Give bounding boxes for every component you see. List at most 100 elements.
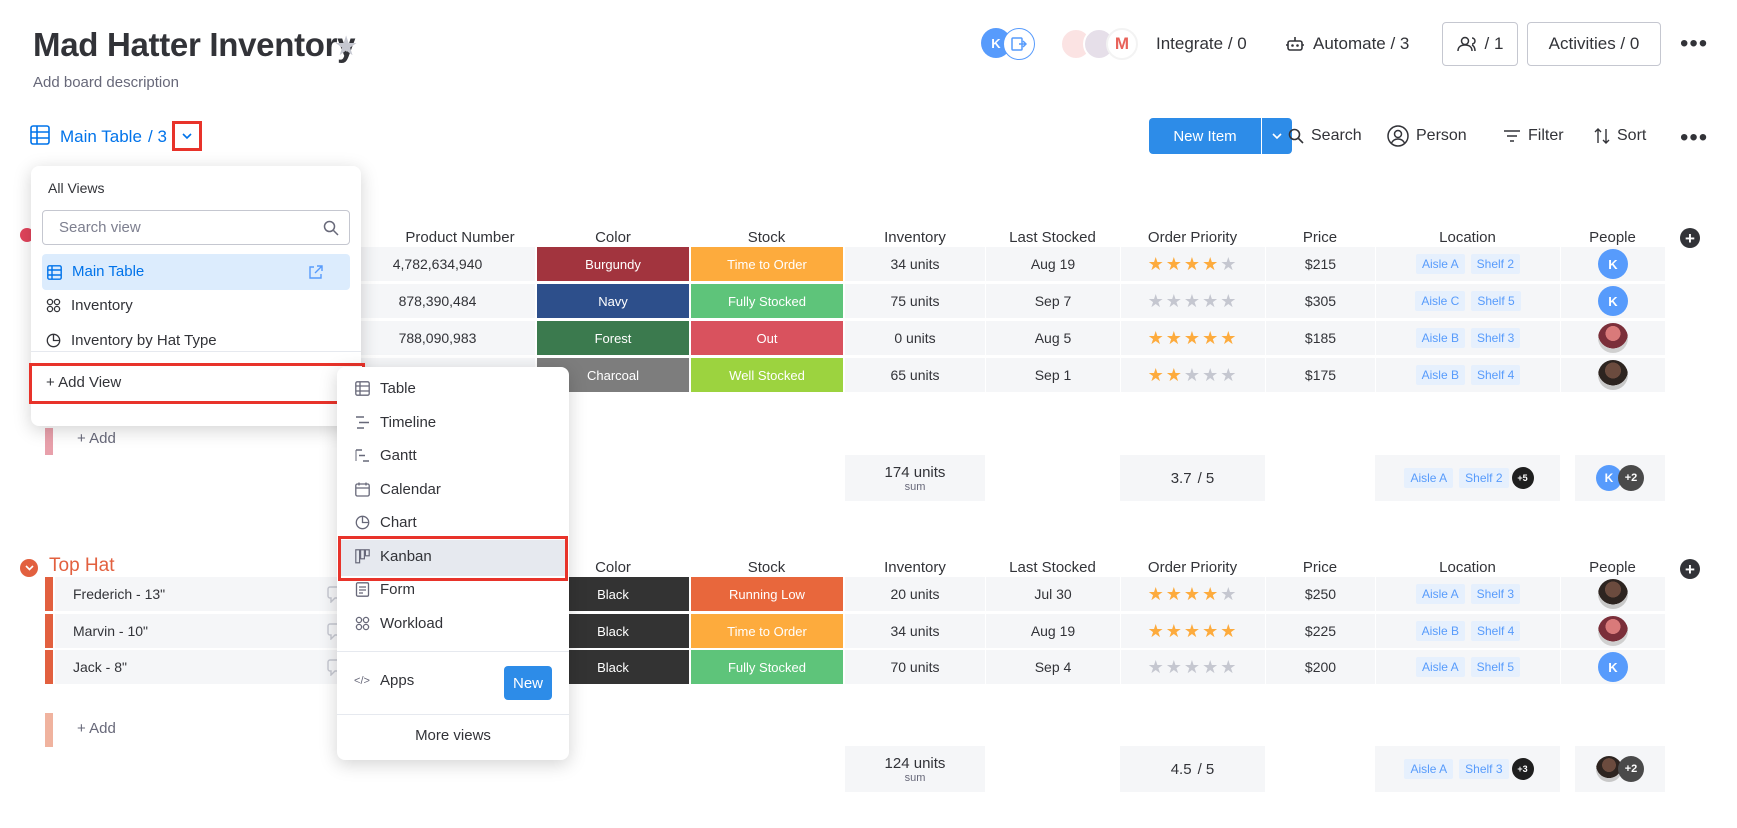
- sort-button[interactable]: Sort: [1594, 127, 1646, 145]
- people-cell[interactable]: [1561, 614, 1665, 648]
- rating-star-icon[interactable]: ★: [1148, 291, 1166, 312]
- inventory-cell[interactable]: 34 units: [845, 614, 985, 648]
- price-cell[interactable]: $175: [1266, 358, 1375, 392]
- inventory-cell[interactable]: 0 units: [845, 321, 985, 355]
- location-cell[interactable]: Aisle B Shelf 4: [1376, 358, 1560, 392]
- stock-status-cell[interactable]: Well Stocked: [691, 358, 843, 392]
- column-header-inventory[interactable]: Inventory: [845, 229, 985, 246]
- add-view-item-timeline[interactable]: Timeline: [354, 414, 436, 431]
- add-column-icon[interactable]: +: [1680, 228, 1700, 248]
- avatar[interactable]: [1598, 323, 1628, 353]
- add-item-button[interactable]: + Add: [77, 430, 116, 447]
- rating-star-icon[interactable]: ★: [1184, 365, 1202, 386]
- activities-button[interactable]: Activities / 0: [1527, 22, 1661, 66]
- column-header-last-stocked[interactable]: Last Stocked: [985, 229, 1120, 246]
- column-header-stock[interactable]: Stock: [690, 229, 843, 246]
- stock-status-cell[interactable]: Running Low: [691, 577, 843, 611]
- order-priority-cell[interactable]: ★ ★ ★ ★ ★: [1121, 614, 1265, 648]
- avatar[interactable]: K: [1598, 652, 1628, 682]
- column-header-price[interactable]: Price: [1265, 229, 1375, 246]
- last-stocked-cell[interactable]: Aug 19: [986, 247, 1120, 281]
- avatar[interactable]: [1598, 360, 1628, 390]
- rating-star-icon[interactable]: ★: [1184, 254, 1202, 275]
- location-cell[interactable]: Aisle C Shelf 5: [1376, 284, 1560, 318]
- column-header-color[interactable]: Color: [537, 229, 689, 246]
- rating-star-icon[interactable]: ★: [1166, 621, 1184, 642]
- rating-star-icon[interactable]: ★: [1202, 328, 1220, 349]
- rating-star-icon[interactable]: ★: [1184, 328, 1202, 349]
- people-cell[interactable]: K: [1561, 650, 1665, 684]
- rating-star-icon[interactable]: ★: [1148, 365, 1166, 386]
- more-views-button[interactable]: More views: [337, 727, 569, 744]
- rating-star-icon[interactable]: ★: [1220, 621, 1238, 642]
- people-cell[interactable]: [1561, 577, 1665, 611]
- product-number-cell[interactable]: 4,782,634,940: [340, 247, 535, 281]
- last-stocked-cell[interactable]: Aug 19: [986, 614, 1120, 648]
- order-priority-cell[interactable]: ★ ★ ★ ★ ★: [1121, 284, 1265, 318]
- add-view-item-gantt[interactable]: Gantt: [354, 447, 417, 464]
- stock-status-cell[interactable]: Fully Stocked: [691, 650, 843, 684]
- add-view-item-calendar[interactable]: Calendar: [354, 481, 441, 498]
- rating-star-icon[interactable]: ★: [1148, 657, 1166, 678]
- more-people-badge[interactable]: +2: [1618, 756, 1644, 782]
- board-title[interactable]: Mad Hatter Inventory: [33, 26, 356, 64]
- rating-star-icon[interactable]: ★: [1166, 657, 1184, 678]
- price-cell[interactable]: $225: [1266, 614, 1375, 648]
- avatar[interactable]: [1598, 579, 1628, 609]
- order-priority-cell[interactable]: ★ ★ ★ ★ ★: [1121, 247, 1265, 281]
- rating-star-icon[interactable]: ★: [1202, 584, 1220, 605]
- rating-star-icon[interactable]: ★: [1166, 365, 1184, 386]
- order-priority-cell[interactable]: ★ ★ ★ ★ ★: [1121, 358, 1265, 392]
- order-priority-cell[interactable]: ★ ★ ★ ★ ★: [1121, 650, 1265, 684]
- add-view-item-workload[interactable]: Workload: [354, 615, 443, 632]
- column-header-product-number[interactable]: Product Number: [385, 229, 535, 246]
- view-item-inventory[interactable]: Inventory: [45, 297, 133, 314]
- rating-star-icon[interactable]: ★: [1220, 584, 1238, 605]
- column-header-stock[interactable]: Stock: [690, 559, 843, 576]
- rating-star-icon[interactable]: ★: [1148, 621, 1166, 642]
- rating-star-icon[interactable]: ★: [1202, 365, 1220, 386]
- rating-star-icon[interactable]: ★: [1202, 254, 1220, 275]
- avatar[interactable]: K: [1598, 249, 1628, 279]
- stock-status-cell[interactable]: Out: [691, 321, 843, 355]
- more-count-badge[interactable]: +5: [1511, 467, 1534, 489]
- rating-star-icon[interactable]: ★: [1184, 291, 1202, 312]
- item-name[interactable]: Marvin - 10": [73, 623, 148, 639]
- view-item-inventory-by-hat-type[interactable]: Inventory by Hat Type: [45, 332, 217, 349]
- price-cell[interactable]: $185: [1266, 321, 1375, 355]
- location-cell[interactable]: Aisle A Shelf 5: [1376, 650, 1560, 684]
- rating-star-icon[interactable]: ★: [1166, 291, 1184, 312]
- add-column-icon[interactable]: +: [1680, 559, 1700, 579]
- avatar[interactable]: K: [1598, 286, 1628, 316]
- rating-star-icon[interactable]: ★: [1184, 584, 1202, 605]
- rating-star-icon[interactable]: ★: [1202, 657, 1220, 678]
- invite-guest-icon[interactable]: [1003, 28, 1035, 60]
- rating-star-icon[interactable]: ★: [1184, 621, 1202, 642]
- rating-star-icon[interactable]: ★: [1220, 657, 1238, 678]
- order-priority-cell[interactable]: ★ ★ ★ ★ ★: [1121, 577, 1265, 611]
- column-header-last-stocked[interactable]: Last Stocked: [985, 559, 1120, 576]
- location-cell[interactable]: Aisle B Shelf 3: [1376, 321, 1560, 355]
- rating-star-icon[interactable]: ★: [1148, 584, 1166, 605]
- integrate-button[interactable]: Integrate / 0: [1156, 34, 1247, 54]
- group-title[interactable]: Top Hat: [49, 555, 114, 577]
- rating-star-icon[interactable]: ★: [1220, 328, 1238, 349]
- new-badge[interactable]: New: [504, 666, 552, 700]
- inventory-cell[interactable]: 34 units: [845, 247, 985, 281]
- location-cell[interactable]: Aisle A Shelf 2: [1376, 247, 1560, 281]
- column-header-people[interactable]: People: [1560, 229, 1665, 246]
- avatar[interactable]: [1598, 616, 1628, 646]
- open-in-new-icon[interactable]: [308, 264, 324, 280]
- people-cell[interactable]: K: [1561, 247, 1665, 281]
- inventory-cell[interactable]: 70 units: [845, 650, 985, 684]
- location-cell[interactable]: Aisle A Shelf 3: [1376, 577, 1560, 611]
- column-header-order-priority[interactable]: Order Priority: [1120, 229, 1265, 246]
- last-stocked-cell[interactable]: Aug 5: [986, 321, 1120, 355]
- last-stocked-cell[interactable]: Sep 7: [986, 284, 1120, 318]
- inventory-cell[interactable]: 65 units: [845, 358, 985, 392]
- price-cell[interactable]: $200: [1266, 650, 1375, 684]
- column-header-location[interactable]: Location: [1375, 229, 1560, 246]
- search-button[interactable]: Search: [1288, 127, 1362, 145]
- rating-star-icon[interactable]: ★: [1220, 365, 1238, 386]
- people-cell[interactable]: K: [1561, 284, 1665, 318]
